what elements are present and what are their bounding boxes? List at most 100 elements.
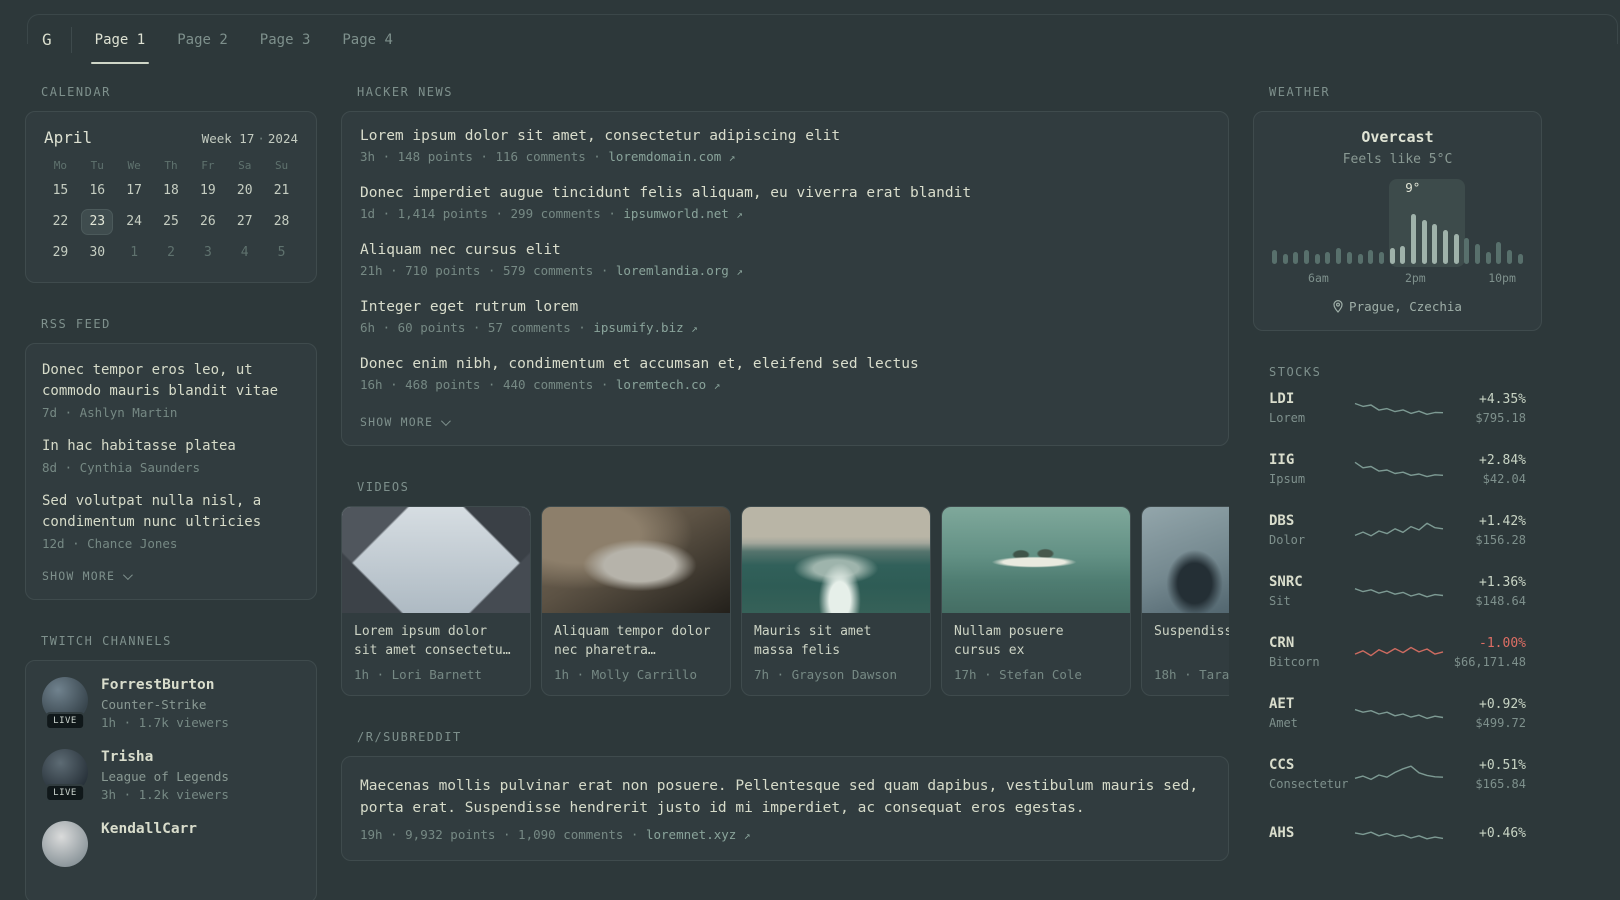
twitch-channel-name[interactable]: ForrestBurton: [101, 677, 229, 693]
stock-price: $66,171.48: [1453, 654, 1526, 669]
stock-ticker[interactable]: IIG: [1269, 452, 1353, 468]
hn-domain-link[interactable]: loremdomain.com ↗: [608, 149, 735, 164]
stock-row[interactable]: AET Amet +0.92% $499.72: [1269, 696, 1526, 730]
subreddit-post-meta: 19h · 9,932 points · 1,090 comments · lo…: [360, 827, 1210, 842]
weather-bar: [1293, 252, 1299, 264]
weather-bar: [1485, 252, 1491, 264]
weather-bar: [1453, 234, 1459, 264]
stock-ticker[interactable]: CCS: [1269, 757, 1353, 773]
rss-show-more-button[interactable]: SHOW MORE: [42, 567, 133, 583]
stock-change: +4.35%: [1479, 391, 1526, 407]
weather-time-label: 10pm: [1488, 271, 1516, 285]
stock-ticker[interactable]: AET: [1269, 696, 1353, 712]
hn-domain-link[interactable]: loremlandia.org ↗: [616, 263, 743, 278]
hn-item-title[interactable]: Donec enim nibh, condimentum et accumsan…: [360, 356, 1210, 372]
stock-ticker[interactable]: DBS: [1269, 513, 1353, 529]
hn-item-title[interactable]: Lorem ipsum dolor sit amet, consectetur …: [360, 128, 1210, 144]
hn-domain-link[interactable]: loremtech.co ↗: [616, 377, 720, 392]
calendar-day: 27: [236, 214, 253, 229]
subreddit-post-title[interactable]: Maecenas mollis pulvinar erat non posuer…: [360, 775, 1210, 820]
hn-show-more-button[interactable]: SHOW MORE: [360, 413, 451, 429]
video-title[interactable]: Lorem ipsum dolor sit amet consectetu…: [342, 613, 530, 661]
calendar-day: 19: [200, 183, 216, 198]
twitch-channel-name[interactable]: Trisha: [101, 749, 229, 765]
stock-row[interactable]: CRN Bitcorn -1.00% $66,171.48: [1269, 635, 1526, 669]
hn-domain-link[interactable]: ipsumify.biz ↗: [593, 320, 697, 335]
stock-row[interactable]: SNRC Sit +1.36% $148.64: [1269, 574, 1526, 608]
stock-change: +0.51%: [1479, 757, 1526, 773]
stock-row[interactable]: IIG Ipsum +2.84% $42.04: [1269, 452, 1526, 486]
stock-row[interactable]: LDI Lorem +4.35% $795.18: [1269, 391, 1526, 425]
weather-time-label: 6am: [1308, 271, 1329, 285]
video-thumbnail[interactable]: [542, 507, 730, 613]
stock-row[interactable]: AHS +0.46%: [1269, 818, 1526, 848]
hn-domain: ipsumify.biz: [593, 320, 684, 335]
dashboard-columns: CALENDAR April Week 17 · 2024 Mo Tu We Th Fr Sa…: [25, 85, 1542, 900]
hackernews-card: Lorem ipsum dolor sit amet, consectetur …: [341, 111, 1229, 446]
hn-meta-text: 6h · 60 points · 57 comments ·: [360, 320, 586, 335]
rss-item-meta: 8d · Cynthia Saunders: [42, 460, 201, 475]
twitch-avatar[interactable]: LIVE: [42, 749, 88, 802]
stock-name: Consectetur: [1269, 777, 1349, 791]
external-link-icon: ↗: [691, 322, 698, 335]
video-thumbnail[interactable]: [942, 507, 1130, 613]
calendar-day-selected: 23: [81, 209, 114, 235]
hn-item-title[interactable]: Donec imperdiet augue tincidunt felis al…: [360, 185, 1210, 201]
hn-domain: loremlandia.org: [615, 263, 729, 278]
calendar-widget: CALENDAR April Week 17 · 2024 Mo Tu We Th Fr Sa…: [25, 85, 317, 283]
calendar-day: 29: [52, 245, 69, 260]
video-thumbnail[interactable]: [342, 507, 530, 613]
tab-page-2[interactable]: Page 2: [175, 15, 230, 64]
video-title[interactable]: Nullam posuere cursus ex: [942, 613, 1130, 661]
stocks-widget: STOCKS LDI Lorem +4.35% $795.18 IIG Ipsum +…: [1253, 365, 1542, 848]
page-tabs: Page 1 Page 2 Page 3 Page 4: [90, 15, 423, 64]
video-title[interactable]: Suspendisse diam: [1142, 613, 1229, 661]
hn-domain: loremtech.co: [615, 377, 707, 392]
weather-bar: [1432, 224, 1438, 264]
twitch-channel-name[interactable]: KendallCarr: [101, 821, 197, 837]
calendar-day: 15: [52, 183, 69, 198]
stock-ticker[interactable]: LDI: [1269, 391, 1353, 407]
calendar-day: 28: [273, 214, 290, 229]
stock-price: $165.84: [1475, 776, 1526, 791]
weather-bar: [1507, 250, 1513, 264]
stock-ticker[interactable]: AHS: [1269, 825, 1353, 841]
stock-sparkline: [1353, 515, 1445, 545]
twitch-avatar[interactable]: [42, 821, 88, 867]
hn-item-title[interactable]: Aliquam nec cursus elit: [360, 242, 1210, 258]
tab-page-3[interactable]: Page 3: [258, 15, 313, 64]
rss-item-title[interactable]: Donec tempor eros leo, ut commodo mauris…: [42, 360, 300, 402]
video-title[interactable]: Mauris sit amet massa felis: [742, 613, 930, 661]
live-badge: LIVE: [45, 712, 85, 730]
video-card: Mauris sit amet massa felis 7h · Grayson…: [741, 506, 931, 696]
hn-item: Lorem ipsum dolor sit amet, consectetur …: [360, 128, 1210, 164]
twitch-channel-row: LIVE Trisha League of Legends 3h · 1.2k …: [42, 749, 300, 802]
tab-page-4[interactable]: Page 4: [340, 15, 395, 64]
hn-meta-text: 21h · 710 points · 579 comments ·: [360, 263, 609, 278]
tab-page-1[interactable]: Page 1: [90, 15, 149, 64]
video-thumbnail[interactable]: [1142, 507, 1229, 613]
calendar-day: 26: [200, 214, 216, 229]
stock-change: +1.36%: [1479, 574, 1526, 590]
hn-item-title[interactable]: Integer eget rutrum lorem: [360, 299, 1210, 315]
rss-item-meta: 12d · Chance Jones: [42, 536, 178, 551]
calendar-weekday: Tu: [90, 159, 104, 172]
stock-row[interactable]: CCS Consectetur +0.51% $165.84: [1269, 757, 1526, 791]
left-column: CALENDAR April Week 17 · 2024 Mo Tu We Th Fr Sa…: [25, 85, 317, 900]
twitch-channel-info: ForrestBurton Counter-Strike 1h · 1.7k v…: [101, 677, 229, 730]
rss-item-title[interactable]: In hac habitasse platea: [42, 436, 300, 457]
stock-row[interactable]: DBS Dolor +1.42% $156.28: [1269, 513, 1526, 547]
rss-item-title[interactable]: Sed volutpat nulla nisl, a condimentum n…: [42, 491, 300, 533]
weather-bar: [1346, 252, 1352, 264]
stock-ticker[interactable]: SNRC: [1269, 574, 1353, 590]
video-meta: 1h · Molly Carrillo: [554, 667, 697, 682]
twitch-avatar[interactable]: LIVE: [42, 677, 88, 730]
stock-ticker[interactable]: CRN: [1269, 635, 1353, 651]
subreddit-domain-link[interactable]: loremnet.xyz ↗: [646, 827, 750, 842]
video-thumbnail[interactable]: [742, 507, 930, 613]
subreddit-post: Maecenas mollis pulvinar erat non posuer…: [360, 775, 1210, 842]
hn-domain-link[interactable]: ipsumworld.net ↗: [623, 206, 743, 221]
video-meta: 18h · Tara: [1154, 667, 1229, 682]
video-title[interactable]: Aliquam tempor dolor nec pharetra…: [542, 613, 730, 661]
weather-bar: [1475, 244, 1481, 264]
